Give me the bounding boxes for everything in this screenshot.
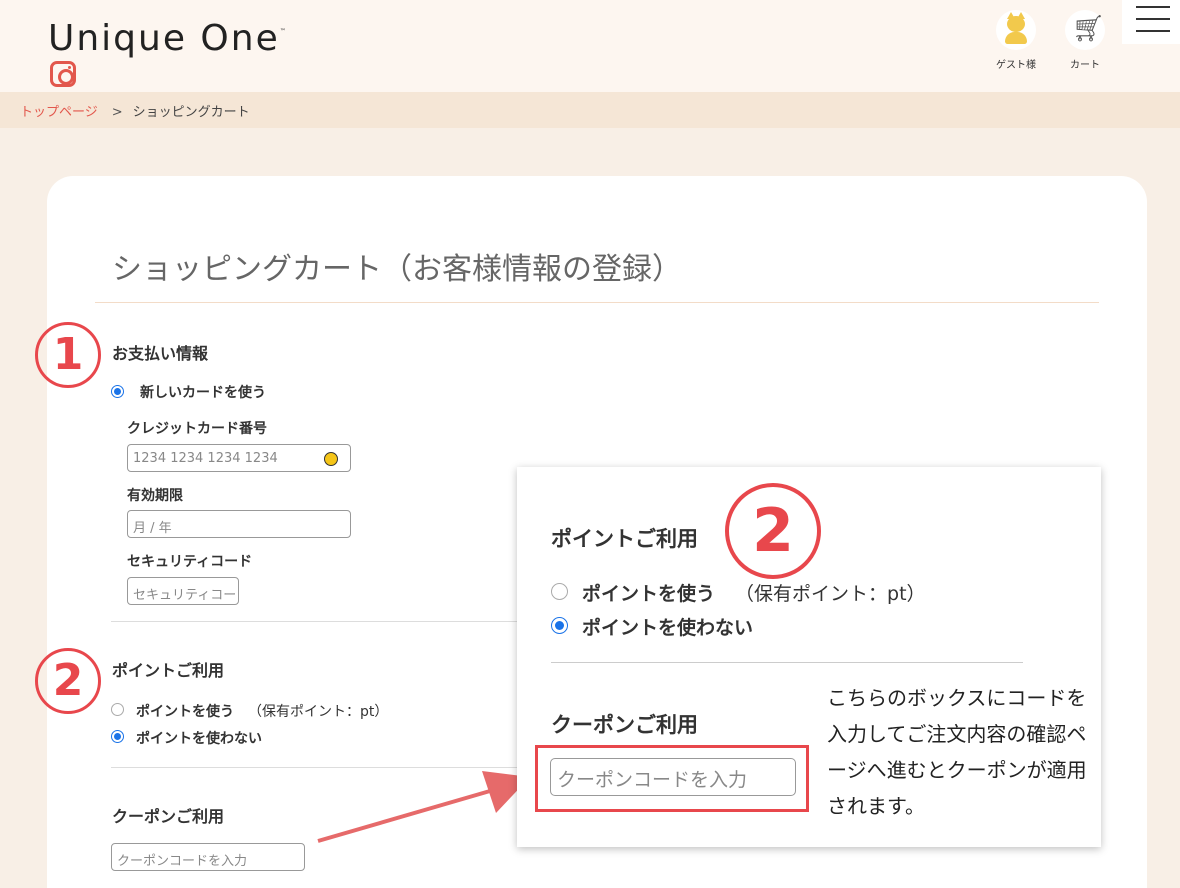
guest-account-button[interactable]: ゲスト様 [986, 10, 1046, 71]
cart-label: カート [1070, 60, 1100, 71]
site-header: Unique One™ ゲスト様 🛒︎ カート [0, 0, 1180, 92]
card-brand-icon [324, 452, 338, 466]
guest-avatar-icon [996, 10, 1036, 50]
site-logo[interactable]: Unique One™ [48, 18, 288, 59]
cvc-input[interactable]: セキュリティコード [127, 577, 239, 605]
zoom-step-marker-2: 2 [725, 483, 821, 579]
step-marker-2: 2 [35, 648, 101, 714]
zoom-coupon-code-input[interactable]: クーポンコードを入力 [550, 758, 796, 796]
cart-button[interactable]: 🛒︎ カート [1055, 10, 1115, 71]
payment-section-title: お支払い情報 [112, 344, 209, 363]
breadcrumb-home-link[interactable]: トップページ [20, 105, 98, 120]
hamburger-menu-icon[interactable] [1122, 0, 1180, 44]
new-card-label: 新しいカードを使う [140, 385, 266, 401]
guest-label: ゲスト様 [996, 60, 1036, 71]
coupon-instruction-note: こちらのボックスにコードを入力してご注文内容の確認ページへ進むとクーポンが適用さ… [827, 686, 1087, 818]
coupon-code-input[interactable]: クーポンコードを入力 [111, 843, 305, 871]
page-title: ショッピングカート（お客様情報の登録） [112, 252, 682, 287]
use-points-radio[interactable] [111, 703, 124, 716]
points-section-title: ポイントご利用 [112, 661, 225, 680]
coupon-section-title: クーポンご利用 [112, 807, 225, 826]
section-divider [111, 621, 521, 622]
card-number-label: クレジットカード番号 [127, 421, 267, 437]
expiry-input[interactable]: 月 / 年 [127, 510, 351, 538]
zoom-divider [551, 662, 1023, 663]
no-points-label: ポイントを使わない [136, 731, 262, 747]
zoom-use-points-label: ポイントを使う （保有ポイント：pt） [582, 583, 926, 605]
breadcrumb: トップページ > ショッピングカート [0, 92, 1180, 128]
card-number-input[interactable]: 1234 1234 1234 1234 [127, 444, 351, 472]
zoom-use-points-radio[interactable] [551, 583, 568, 600]
cvc-label: セキュリティコード [127, 554, 253, 570]
no-points-radio[interactable] [111, 730, 124, 743]
cart-icon: 🛒︎ [1065, 10, 1105, 50]
zoom-no-points-radio[interactable] [551, 617, 568, 634]
zoom-no-points-label: ポイントを使わない [582, 617, 754, 639]
use-points-label: ポイントを使う （保有ポイント：pt） [136, 704, 389, 720]
zoom-points-title: ポイントご利用 [551, 527, 698, 551]
pointer-arrow [317, 771, 530, 843]
zoom-coupon-title: クーポンご利用 [551, 713, 698, 737]
breadcrumb-separator: > [111, 105, 123, 120]
step-marker-1: 1 [35, 322, 101, 388]
expiry-label: 有効期限 [127, 488, 183, 504]
instagram-icon[interactable] [50, 61, 76, 87]
title-divider [95, 302, 1099, 303]
new-card-radio[interactable] [111, 385, 124, 398]
breadcrumb-current: ショッピングカート [132, 105, 250, 120]
